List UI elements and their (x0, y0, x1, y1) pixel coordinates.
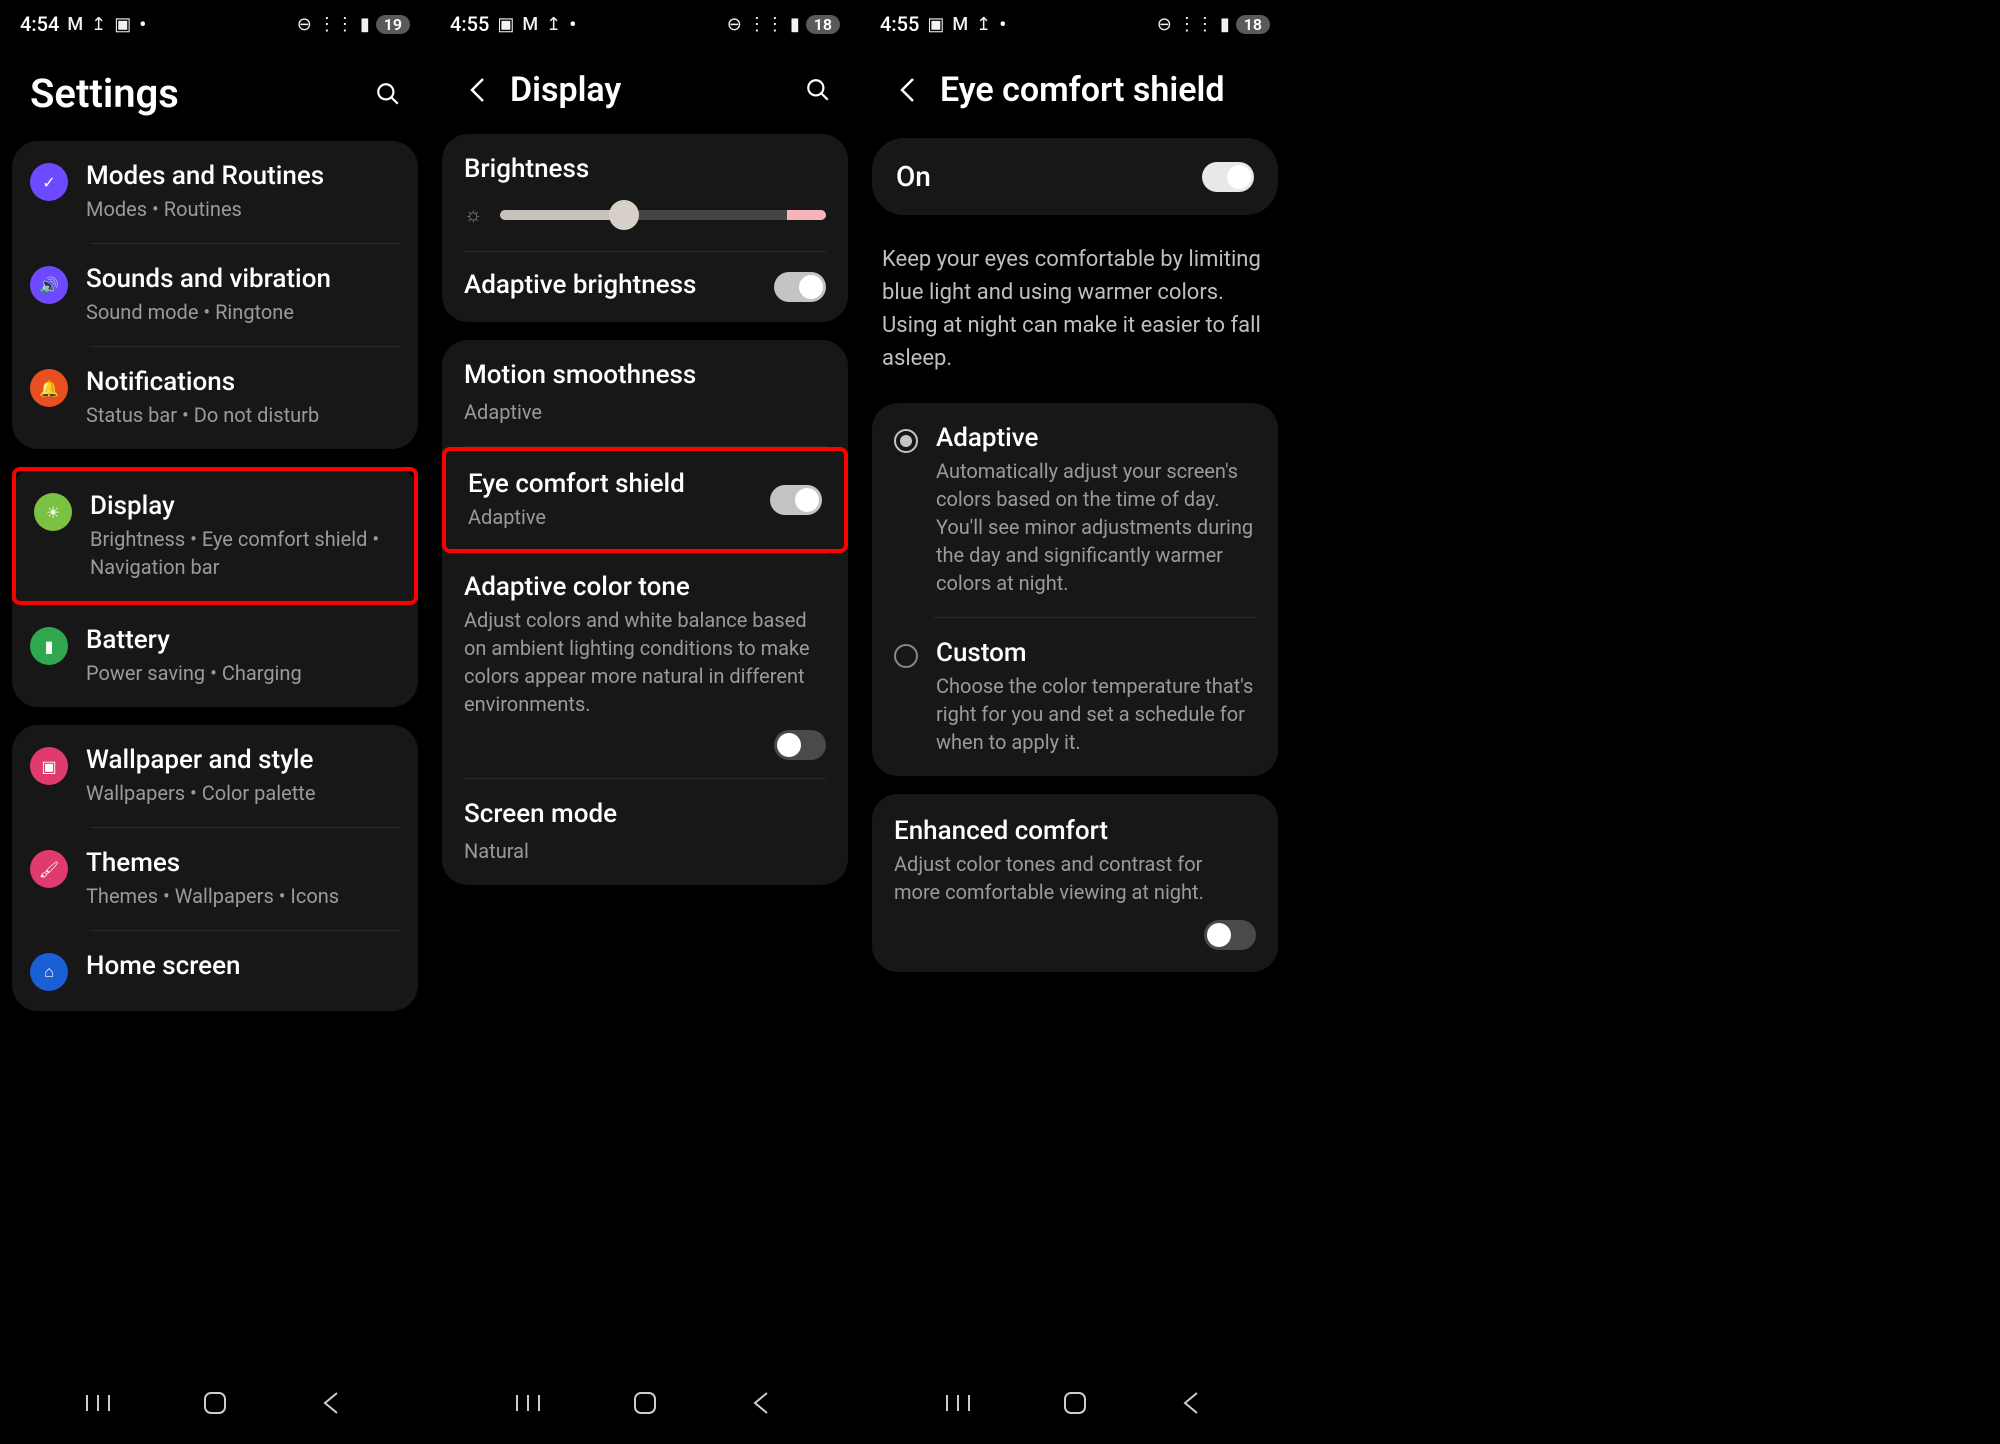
header: Settings (0, 46, 430, 141)
option-adaptive[interactable]: Adaptive Automatically adjust your scree… (872, 403, 1278, 617)
upload-icon: ↥ (976, 14, 991, 35)
display-options-card: Motion smoothness Adaptive Eye comfort s… (442, 340, 848, 885)
radio-unselected-icon[interactable] (894, 644, 918, 668)
settings-item-notifications[interactable]: 🔔 Notifications Status bar • Do not dist… (12, 347, 418, 449)
modes-icon: ✓ (30, 163, 68, 201)
nav-recents[interactable] (78, 1388, 118, 1418)
settings-item-wallpaper[interactable]: ▣ Wallpaper and style Wallpapers • Color… (12, 725, 418, 827)
battery-level: 18 (806, 15, 840, 34)
adaptive-brightness-row[interactable]: Adaptive brightness (442, 252, 848, 322)
nav-home[interactable] (1055, 1388, 1095, 1418)
settings-item-modes[interactable]: ✓ Modes and Routines Modes • Routines (12, 141, 418, 243)
signal-icon: ▮ (360, 14, 370, 35)
status-time: 4:54 (20, 12, 59, 36)
enhanced-comfort-toggle[interactable] (1204, 920, 1256, 950)
settings-item-display[interactable]: ☀ Display Brightness • Eye comfort shiel… (12, 467, 418, 605)
display-panel: 4:55 ▣ M ↥ • ⊖ ⋮⋮ ▮ 18 Display Brightnes… (430, 0, 860, 1444)
status-bar: 4:55 ▣ M ↥ • ⊖ ⋮⋮ ▮ 18 (430, 0, 860, 46)
status-bar: 4:54 M ↥ ▣ • ⊖ ⋮⋮ ▮ 19 (0, 0, 430, 46)
status-bar: 4:55 ▣ M ↥ • ⊖ ⋮⋮ ▮ 18 (860, 0, 1290, 46)
nav-bar (0, 1366, 430, 1444)
nav-back[interactable] (312, 1388, 352, 1418)
back-button[interactable] (890, 72, 926, 108)
dnd-icon: ⊖ (1157, 14, 1172, 35)
nav-back[interactable] (742, 1388, 782, 1418)
battery-level: 18 (1236, 15, 1270, 34)
mode-options-card: Adaptive Automatically adjust your scree… (872, 403, 1278, 776)
eye-comfort-toggle[interactable] (770, 485, 822, 515)
settings-group: ✓ Modes and Routines Modes • Routines 🔊 … (12, 141, 418, 449)
wifi-icon: ⋮⋮ (748, 14, 784, 35)
nav-home[interactable] (625, 1388, 665, 1418)
search-button[interactable] (370, 76, 406, 112)
back-button[interactable] (460, 72, 496, 108)
nav-bar (430, 1366, 860, 1444)
brightness-card: Brightness ☼ Adaptive brightness (442, 134, 848, 322)
status-time: 4:55 (880, 12, 919, 36)
settings-item-sounds[interactable]: 🔊 Sounds and vibration Sound mode • Ring… (12, 244, 418, 346)
upload-icon: ↥ (91, 14, 106, 35)
enhanced-comfort-card: Enhanced comfort Adjust color tones and … (872, 794, 1278, 972)
header: Display (430, 46, 860, 134)
picture-icon: ▣ (30, 747, 68, 785)
adaptive-color-toggle[interactable] (774, 730, 826, 760)
battery-level: 19 (376, 15, 410, 34)
screen-mode-row[interactable]: Screen mode Natural (442, 779, 848, 885)
eye-comfort-panel: 4:55 ▣ M ↥ • ⊖ ⋮⋮ ▮ 18 Eye comfort shiel… (860, 0, 1290, 1444)
settings-group: ☀ Display Brightness • Eye comfort shiel… (12, 467, 418, 707)
motion-smoothness-row[interactable]: Motion smoothness Adaptive (442, 340, 848, 446)
sound-icon: 🔊 (30, 266, 68, 304)
sun-icon: ☀ (34, 493, 72, 531)
image-icon: ▣ (114, 14, 131, 35)
settings-group: ▣ Wallpaper and style Wallpapers • Color… (12, 725, 418, 1011)
nav-recents[interactable] (508, 1388, 548, 1418)
info-text: Keep your eyes comfortable by limiting b… (860, 233, 1290, 403)
radio-selected-icon[interactable] (894, 429, 918, 453)
page-title: Display (510, 70, 786, 110)
nav-home[interactable] (195, 1388, 235, 1418)
bell-icon: 🔔 (30, 369, 68, 407)
gmail-icon: M (67, 14, 83, 35)
brightness-label: Brightness (442, 134, 848, 192)
nav-back[interactable] (1172, 1388, 1212, 1418)
home-icon: ⌂ (30, 953, 68, 991)
wifi-icon: ⋮⋮ (318, 14, 354, 35)
battery-icon: ▮ (30, 627, 68, 665)
option-custom[interactable]: Custom Choose the color temperature that… (872, 618, 1278, 776)
adaptive-brightness-toggle[interactable] (774, 272, 826, 302)
main-toggle-card[interactable]: On (872, 138, 1278, 215)
status-time: 4:55 (450, 12, 489, 36)
nav-recents[interactable] (938, 1388, 978, 1418)
wifi-icon: ⋮⋮ (1178, 14, 1214, 35)
enhanced-comfort-row[interactable]: Enhanced comfort Adjust color tones and … (872, 794, 1278, 972)
search-button[interactable] (800, 72, 836, 108)
page-title: Eye comfort shield (940, 70, 1266, 110)
brightness-low-icon: ☼ (464, 202, 482, 227)
dnd-icon: ⊖ (297, 14, 312, 35)
upload-icon: ↥ (546, 14, 561, 35)
signal-icon: ▮ (1220, 14, 1230, 35)
gmail-icon: M (522, 14, 538, 35)
settings-item-themes[interactable]: 🖌 Themes Themes • Wallpapers • Icons (12, 828, 418, 930)
settings-panel: 4:54 M ↥ ▣ • ⊖ ⋮⋮ ▮ 19 Settings ✓ Modes … (0, 0, 430, 1444)
main-toggle[interactable] (1202, 162, 1254, 192)
eye-comfort-row[interactable]: Eye comfort shield Adaptive (442, 447, 848, 553)
nav-bar (860, 1366, 1290, 1444)
brightness-slider[interactable] (500, 210, 826, 220)
settings-item-home[interactable]: ⌂ Home screen (12, 931, 418, 1011)
adaptive-color-row[interactable]: Adaptive color tone Adjust colors and wh… (442, 554, 848, 778)
dnd-icon: ⊖ (727, 14, 742, 35)
image-icon: ▣ (927, 14, 944, 35)
page-title: Settings (30, 70, 356, 117)
settings-item-battery[interactable]: ▮ Battery Power saving • Charging (12, 605, 418, 707)
brush-icon: 🖌 (30, 850, 68, 888)
signal-icon: ▮ (790, 14, 800, 35)
header: Eye comfort shield (860, 46, 1290, 134)
image-icon: ▣ (497, 14, 514, 35)
gmail-icon: M (952, 14, 968, 35)
